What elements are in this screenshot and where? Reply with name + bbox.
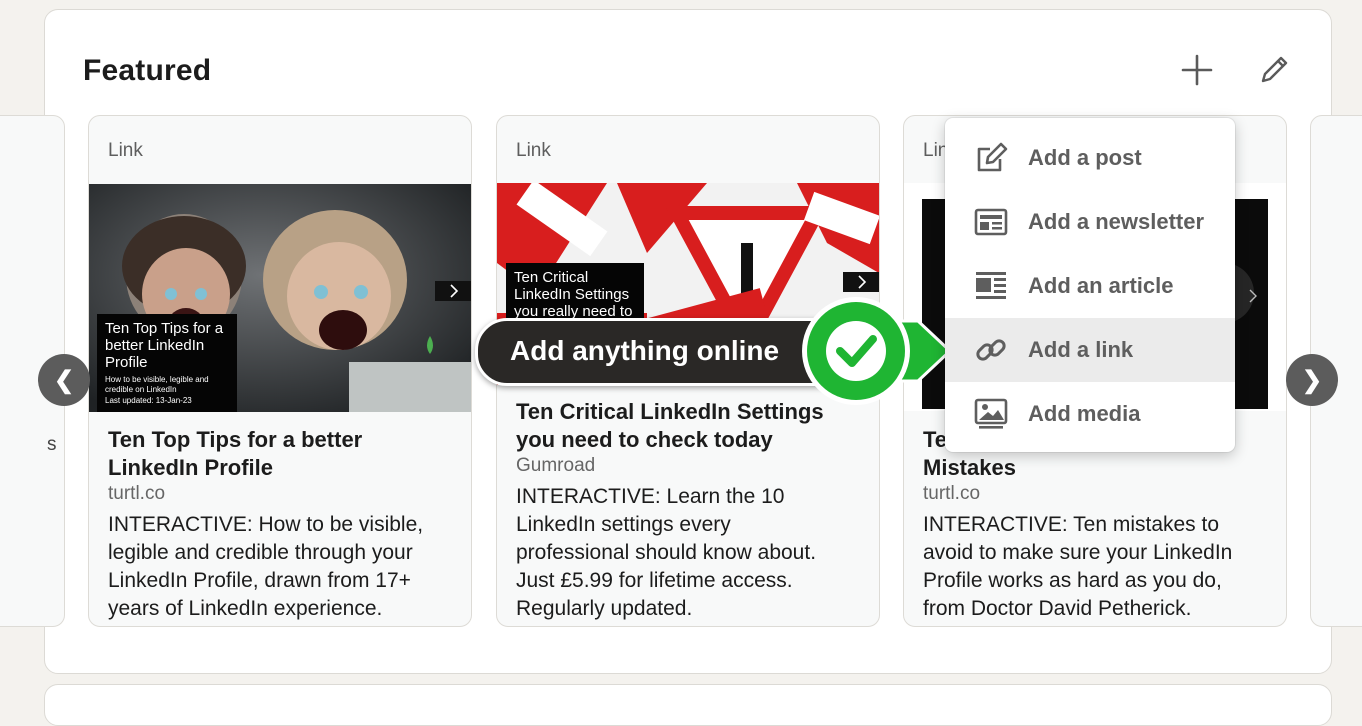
card-type-label: Link bbox=[516, 140, 551, 161]
card-description: INTERACTIVE: Ten mistakes to avoid to ma… bbox=[923, 513, 1233, 620]
card-description: INTERACTIVE: Learn the 10 LinkedIn setti… bbox=[516, 485, 817, 620]
plus-icon bbox=[1181, 54, 1213, 86]
card-source: turtl.co bbox=[108, 483, 166, 504]
chevron-left-icon: ❮ bbox=[53, 366, 75, 394]
chevron-right-icon: ❯ bbox=[1301, 366, 1323, 394]
article-icon bbox=[971, 266, 1011, 306]
carousel-next-button[interactable]: ❯ bbox=[1286, 354, 1338, 406]
card-source: Gumroad bbox=[516, 455, 596, 476]
edit-square-icon bbox=[971, 138, 1011, 178]
card-image[interactable]: Ten Top Tips for a better LinkedIn Profi… bbox=[89, 184, 471, 412]
menu-item-add-newsletter[interactable]: Add a newsletter bbox=[945, 190, 1235, 254]
callout-text: Add anything online bbox=[510, 335, 780, 366]
edit-featured-button[interactable] bbox=[1252, 48, 1296, 92]
menu-item-add-link[interactable]: Add a link bbox=[945, 318, 1235, 382]
menu-item-label: Add a newsletter bbox=[1028, 209, 1205, 234]
card-description: INTERACTIVE: How to be visible, legible … bbox=[108, 513, 424, 620]
card-source: turtl.co bbox=[923, 483, 981, 504]
card-title: Ten Top Tips for a better LinkedIn Profi… bbox=[108, 427, 363, 480]
add-featured-menu: Add a post Add a newsletter Add an artic… bbox=[945, 118, 1235, 452]
menu-item-label: Add an article bbox=[1028, 273, 1174, 298]
check-pointer-icon bbox=[802, 297, 952, 405]
card-type-label: Link bbox=[108, 140, 143, 161]
carousel-prev-button[interactable]: ❮ bbox=[38, 354, 90, 406]
menu-item-label: Add a post bbox=[1028, 145, 1142, 170]
featured-card[interactable]: Link Ten Top Tips for a better LinkedIn … bbox=[88, 115, 472, 627]
menu-item-add-article[interactable]: Add an article bbox=[945, 254, 1235, 318]
media-icon bbox=[971, 394, 1011, 434]
menu-item-label: Add media bbox=[1028, 401, 1141, 426]
menu-item-label: Add a link bbox=[1028, 337, 1134, 362]
section-title: Featured bbox=[83, 54, 212, 87]
next-section-panel bbox=[44, 684, 1332, 726]
card-partial-text: s bbox=[47, 434, 57, 455]
link-icon bbox=[971, 330, 1011, 370]
add-featured-button[interactable] bbox=[1175, 48, 1219, 92]
pencil-icon bbox=[1261, 56, 1288, 83]
newsletter-icon bbox=[971, 202, 1011, 242]
card-image-caption: Ten Top Tips for a better LinkedIn Profi… bbox=[97, 314, 237, 412]
menu-item-add-post[interactable]: Add a post bbox=[945, 126, 1235, 190]
menu-item-add-media[interactable]: Add media bbox=[945, 382, 1235, 446]
